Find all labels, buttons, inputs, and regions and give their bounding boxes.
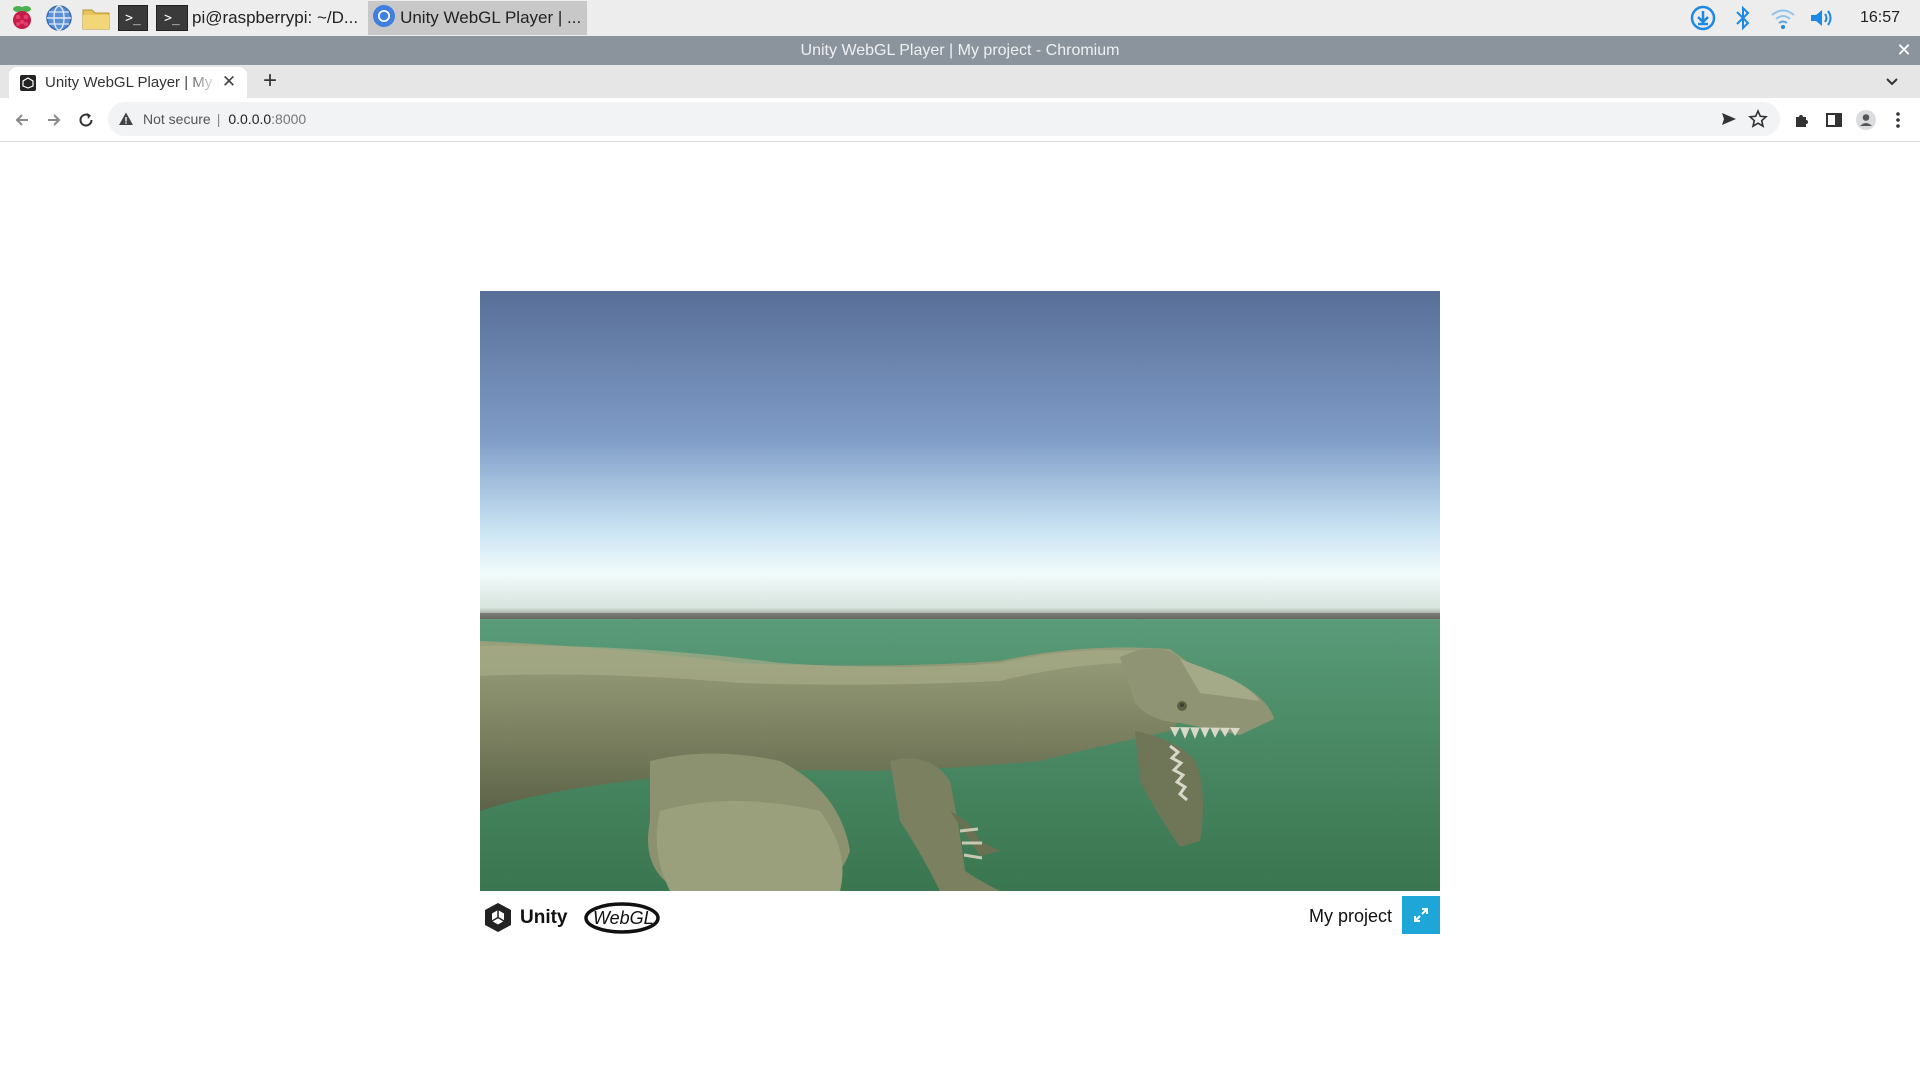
os-taskbar: >_ >_ pi@raspberrypi: ~/D... Unity WebGL… <box>0 0 1920 36</box>
terminal-icon: >_ <box>156 5 188 31</box>
game-scene <box>480 291 1440 891</box>
system-tray: 16:57 <box>1688 0 1920 36</box>
browser-toolbar: Not secure | 0.0.0.0:8000 <box>0 98 1920 142</box>
svg-text:WebGL: WebGL <box>593 908 654 928</box>
tab-title: Unity WebGL Player | My project <box>45 74 219 91</box>
taskbar-task-label: Unity WebGL Player | ... <box>400 8 582 27</box>
unity-container: Unity WebGL My project <box>480 291 1440 934</box>
browser-menu-icon[interactable] <box>1886 108 1910 132</box>
file-manager-icon[interactable] <box>81 3 111 33</box>
bluetooth-icon[interactable] <box>1728 3 1758 33</box>
bookmark-star-icon[interactable] <box>1748 109 1768 129</box>
build-title: My project <box>1308 906 1392 926</box>
raspberry-menu-icon[interactable] <box>7 3 37 33</box>
reload-icon[interactable] <box>74 108 98 132</box>
taskbar-task-label: pi@raspberrypi: ~/D... <box>192 8 359 27</box>
unity-webgl-logo: Unity WebGL <box>483 901 673 935</box>
send-share-icon[interactable] <box>1720 110 1738 128</box>
back-icon[interactable] <box>10 108 34 132</box>
chromium-icon <box>372 4 396 33</box>
fullscreen-expand-icon <box>1414 908 1428 922</box>
window-title: Unity WebGL Player | My project - Chromi… <box>800 42 1120 59</box>
unity-game-canvas[interactable] <box>480 291 1440 891</box>
window-title-bar[interactable]: Unity WebGL Player | My project - Chromi… <box>0 36 1920 65</box>
side-panel-icon[interactable] <box>1822 108 1846 132</box>
tab-strip: Unity WebGL Player | My project ✕ + <box>0 65 1920 98</box>
fullscreen-button[interactable] <box>1402 896 1440 934</box>
new-tab-icon[interactable]: + <box>258 68 282 94</box>
profile-avatar-icon[interactable] <box>1854 108 1878 132</box>
forward-icon[interactable] <box>42 108 66 132</box>
download-update-icon[interactable] <box>1688 3 1718 33</box>
security-label[interactable]: Not secure <box>143 111 211 127</box>
svg-text:Unity: Unity <box>520 907 568 928</box>
clock[interactable]: 16:57 <box>1860 9 1900 27</box>
address-bar[interactable]: Not secure | 0.0.0.0:8000 <box>108 102 1780 136</box>
unity-cube-icon <box>485 903 511 932</box>
sky <box>480 291 1440 621</box>
unity-footer: Unity WebGL My project <box>480 896 1440 934</box>
taskbar-task-chromium[interactable]: Unity WebGL Player | ... <box>368 1 588 35</box>
unity-favicon-icon <box>20 74 36 91</box>
tab-unity-webgl-player[interactable]: Unity WebGL Player | My project ✕ <box>9 67 247 98</box>
url-host: 0.0.0.0 <box>228 111 272 127</box>
volume-icon[interactable] <box>1808 3 1838 33</box>
window-close-icon[interactable]: ✕ <box>1894 36 1914 65</box>
wifi-icon[interactable] <box>1768 3 1798 33</box>
not-secure-warning-icon[interactable] <box>118 111 134 127</box>
taskbar-task-terminal[interactable]: >_ pi@raspberrypi: ~/D... <box>152 1 364 35</box>
tab-search-chevron-icon[interactable] <box>1882 71 1902 91</box>
url-port: :8000 <box>271 111 307 127</box>
extensions-icon[interactable] <box>1790 108 1814 132</box>
terminal-launcher-icon[interactable]: >_ <box>118 3 148 33</box>
address-separator: | <box>216 111 221 127</box>
tab-close-icon[interactable]: ✕ <box>219 72 239 92</box>
web-browser-icon[interactable] <box>44 3 74 33</box>
